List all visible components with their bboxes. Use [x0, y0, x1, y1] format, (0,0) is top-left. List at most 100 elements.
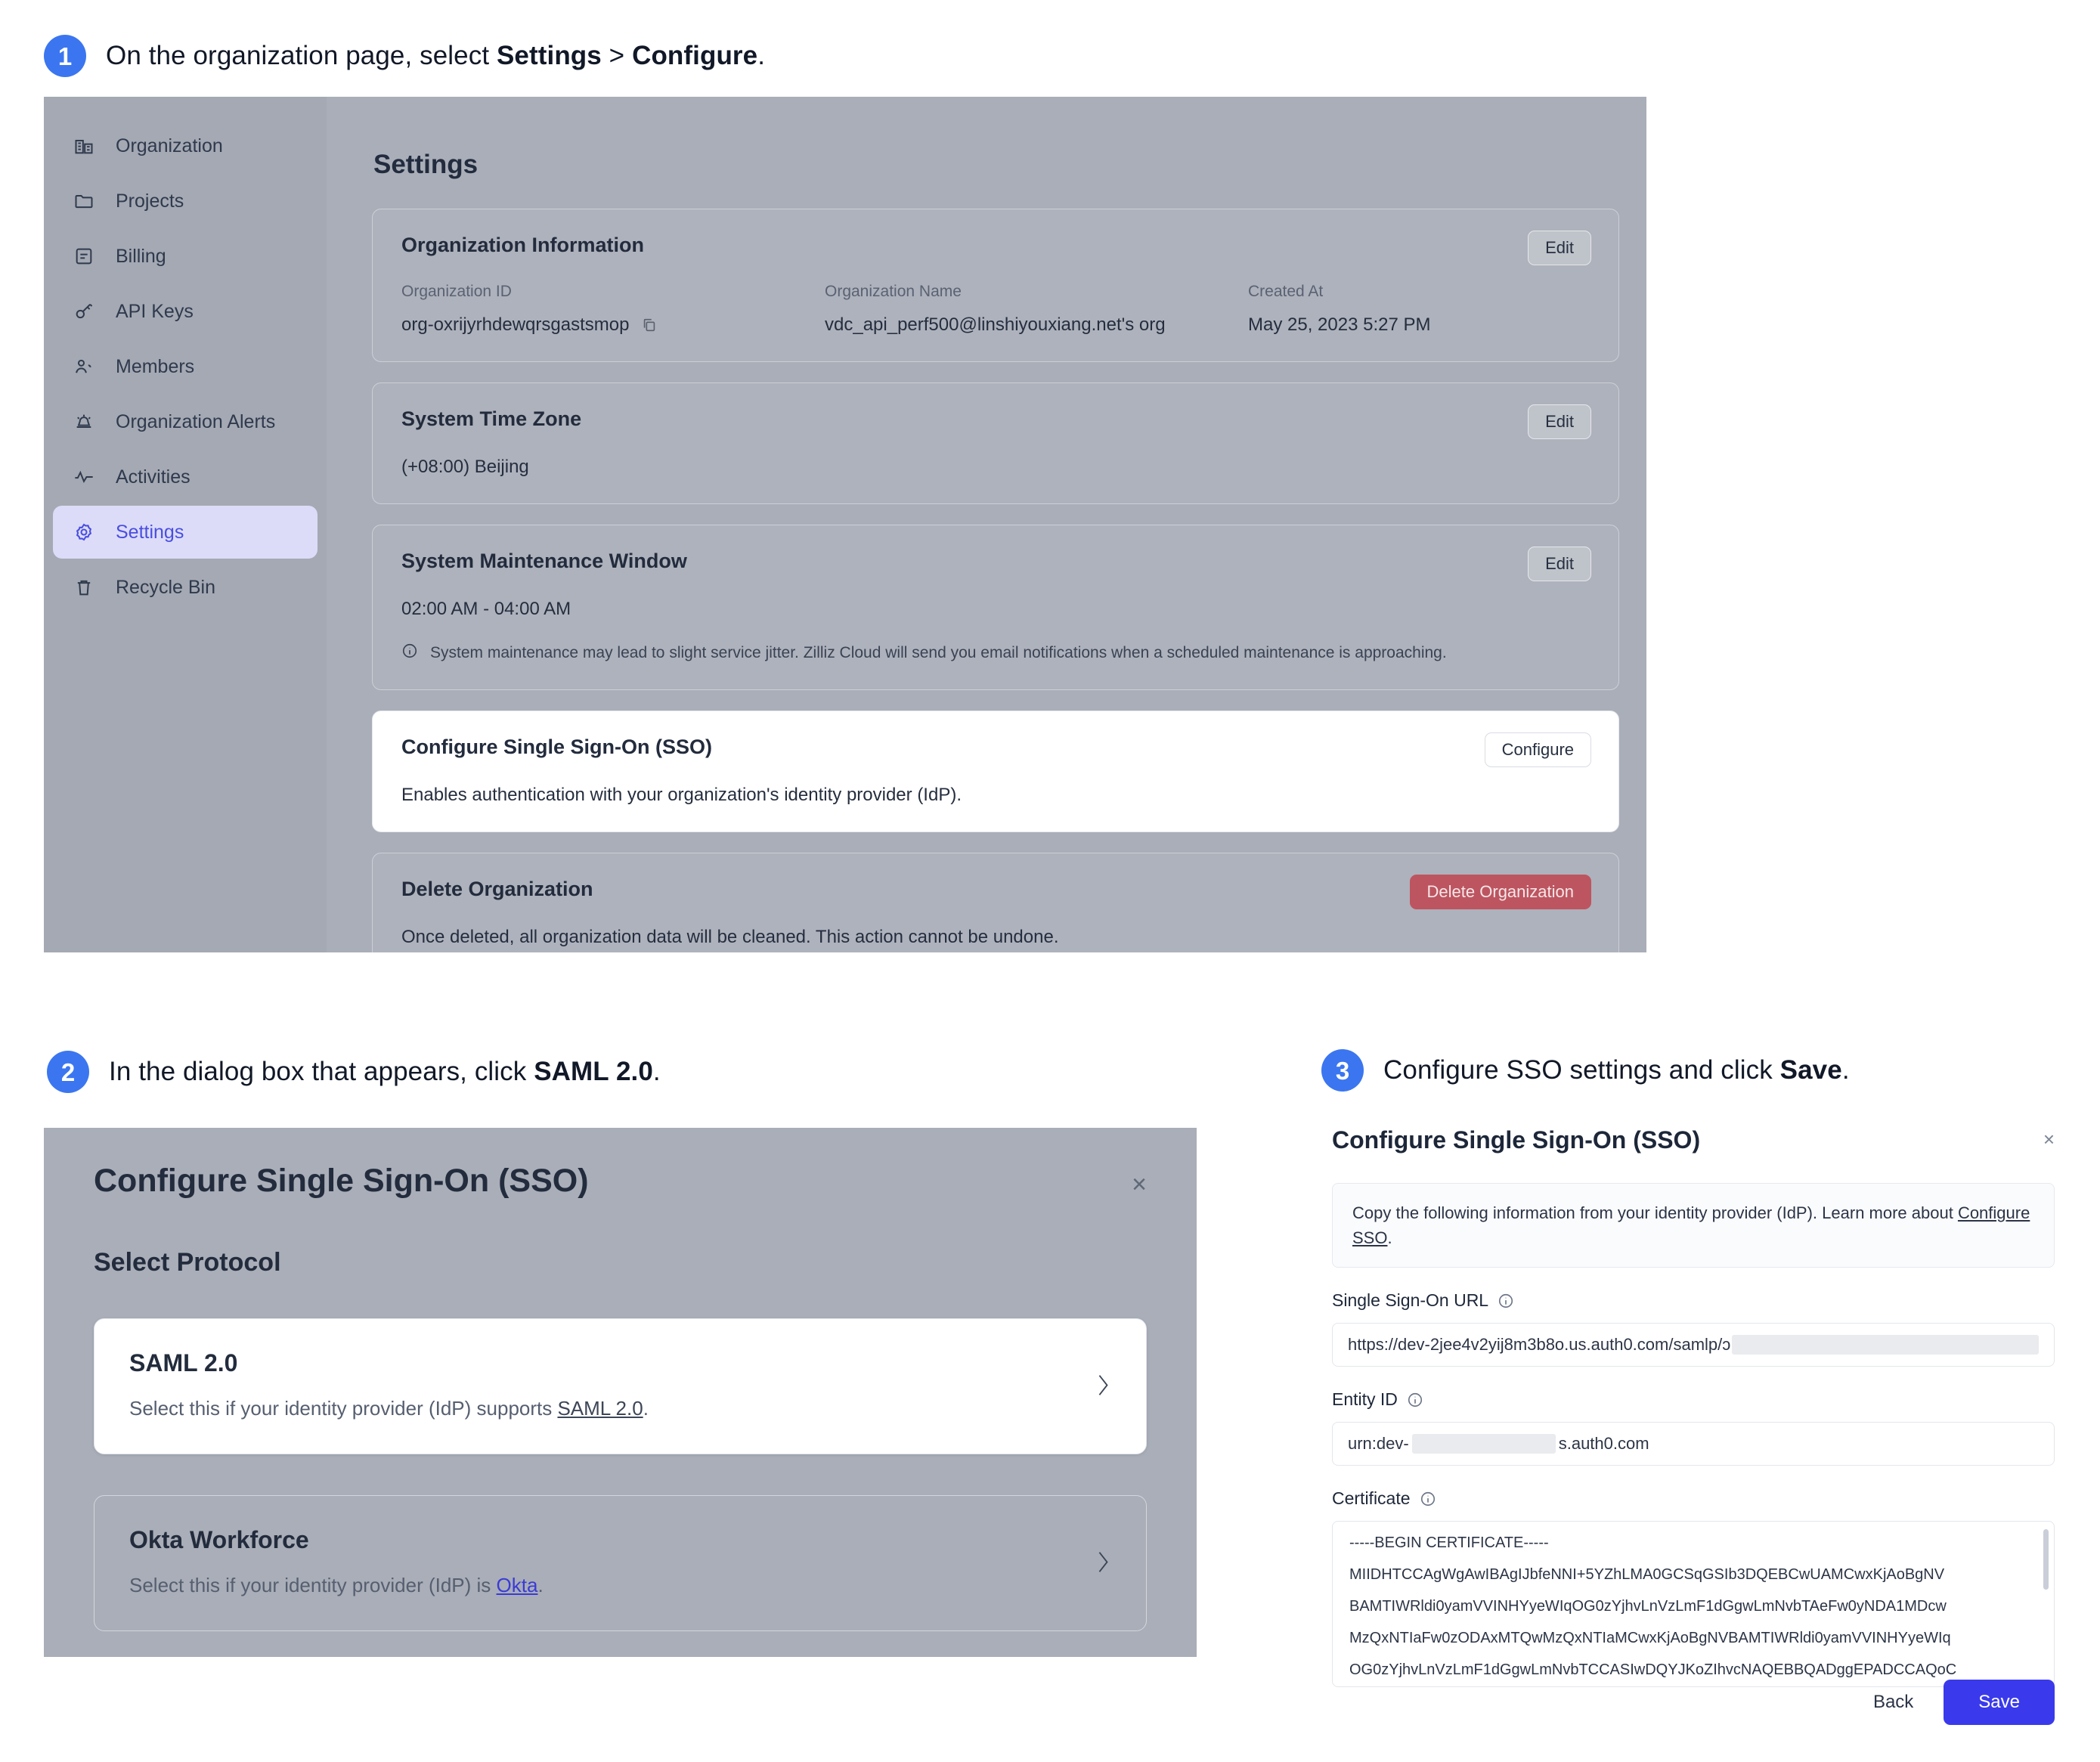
settings-main: Settings Organization Information Edit O…: [327, 97, 1646, 952]
edit-system-time-zone-button[interactable]: Edit: [1528, 404, 1591, 439]
sidebar-item-projects[interactable]: Projects: [53, 175, 317, 228]
select-protocol-label: Select Protocol: [94, 1248, 281, 1277]
step-1-text-post: .: [757, 41, 766, 70]
key-icon: [73, 300, 95, 323]
saml-doc-link[interactable]: SAML 2.0: [557, 1397, 643, 1420]
sidebar-item-api-keys[interactable]: API Keys: [53, 285, 317, 338]
field-label: Created At: [1248, 283, 1324, 300]
entity-id-value-post: s.auth0.com: [1558, 1434, 1649, 1453]
certificate-line: MIIDHTCCAgWgAwIBAgIJbfeNNI+5YZhLMA0GCSqG…: [1349, 1566, 1945, 1583]
step-1-heading: 1 On the organization page, select Setti…: [44, 35, 765, 77]
protocol-desc-post: .: [643, 1397, 649, 1420]
protocol-option-saml[interactable]: SAML 2.0 Select this if your identity pr…: [94, 1318, 1147, 1454]
delete-organization-button[interactable]: Delete Organization: [1409, 875, 1591, 909]
info-icon[interactable]: [1407, 1392, 1423, 1408]
field-value: May 25, 2023 5:27 PM: [1248, 314, 1431, 335]
activity-icon: [73, 466, 95, 488]
close-icon[interactable]: ×: [2043, 1128, 2055, 1151]
notice-text-pre: Copy the following information from your…: [1352, 1203, 1958, 1222]
certificate-line: OG0zYjhvLnVzLmF1dGgwLmNvbTCCASIwDQYJKoZI…: [1349, 1661, 1957, 1678]
system-time-zone-card: System Time Zone Edit (+08:00) Beijing: [372, 382, 1619, 504]
entity-id-value-pre: urn:dev-: [1348, 1434, 1409, 1453]
certificate-textarea[interactable]: -----BEGIN CERTIFICATE----- MIIDHTCCAgWg…: [1332, 1521, 2055, 1687]
okta-doc-link[interactable]: Okta: [497, 1574, 538, 1596]
copy-info-notice: Copy the following information from your…: [1332, 1183, 2055, 1268]
step-3-badge: 3: [1321, 1049, 1364, 1092]
protocol-name: SAML 2.0: [129, 1349, 238, 1376]
edit-maintenance-window-button[interactable]: Edit: [1528, 547, 1591, 581]
chevron-right-icon: [1095, 1550, 1111, 1577]
dialog-footer: Back Save: [1869, 1680, 2055, 1725]
sidebar-item-recycle-bin[interactable]: Recycle Bin: [53, 561, 317, 614]
sidebar-item-activities[interactable]: Activities: [53, 451, 317, 503]
sidebar-item-label: API Keys: [116, 300, 194, 322]
redacted-block: [1732, 1335, 2039, 1355]
sidebar: Organization Projects Billing API Keys M…: [44, 97, 327, 952]
step-1-bold-configure: Configure: [632, 41, 758, 70]
protocol-desc-post: .: [537, 1574, 544, 1596]
step-3-text-pre: Configure SSO settings and click: [1383, 1055, 1780, 1085]
scrollbar-thumb[interactable]: [2043, 1529, 2049, 1590]
protocol-name: Okta Workforce: [129, 1526, 309, 1553]
dialog-title: Configure Single Sign-On (SSO): [94, 1163, 589, 1199]
field-organization-name: Organization Name vdc_api_perf500@linshi…: [825, 283, 1248, 336]
step-2-heading: 2 In the dialog box that appears, click …: [47, 1051, 661, 1093]
sidebar-item-organization[interactable]: Organization: [53, 119, 317, 172]
sidebar-item-label: Organization Alerts: [116, 410, 276, 432]
field-label: Organization Name: [825, 283, 962, 300]
receipt-icon: [73, 245, 95, 268]
step-1-text-mid: >: [601, 41, 633, 70]
info-icon: [401, 643, 418, 664]
close-icon[interactable]: ×: [1132, 1172, 1147, 1197]
field-label-row: Entity ID: [1332, 1389, 2055, 1410]
sidebar-item-label: Recycle Bin: [116, 576, 215, 598]
copy-icon[interactable]: [641, 317, 658, 333]
sidebar-item-label: Billing: [116, 245, 166, 267]
single-sign-on-url-input[interactable]: https://dev-2jee4v2yij8m3b8o.us.auth0.co…: [1332, 1323, 2055, 1367]
step-3-bold-save: Save: [1779, 1055, 1842, 1085]
sidebar-item-organization-alerts[interactable]: Organization Alerts: [53, 395, 317, 448]
field-created-at: Created At May 25, 2023 5:27 PM: [1248, 283, 1646, 336]
edit-organization-information-button[interactable]: Edit: [1528, 231, 1591, 265]
protocol-option-okta[interactable]: Okta Workforce Select this if your ident…: [94, 1495, 1147, 1631]
sidebar-item-label: Activities: [116, 466, 190, 488]
info-icon[interactable]: [1420, 1491, 1436, 1507]
delete-organization-card: Delete Organization Delete Organization …: [372, 853, 1619, 952]
step-3-heading: 3 Configure SSO settings and click Save.: [1321, 1049, 1850, 1092]
page-title: Settings: [373, 150, 479, 179]
building-icon: [73, 135, 95, 157]
card-title: Configure Single Sign-On (SSO): [401, 735, 712, 758]
configure-sso-card: Configure Single Sign-On (SSO) Configure…: [372, 711, 1619, 832]
card-title: Organization Information: [401, 234, 644, 256]
entity-id-input[interactable]: urn:dev- s.auth0.com: [1332, 1422, 2055, 1466]
step-2-text-post: .: [652, 1057, 661, 1086]
folder-icon: [73, 190, 95, 212]
redacted-block: [1411, 1434, 1556, 1454]
maintenance-window-value: 02:00 AM - 04:00 AM: [401, 599, 571, 619]
info-icon[interactable]: [1498, 1293, 1514, 1309]
sidebar-item-settings[interactable]: Settings: [53, 506, 317, 559]
back-button[interactable]: Back: [1869, 1683, 1918, 1722]
step-2-bold-saml: SAML 2.0: [534, 1057, 653, 1086]
organization-information-card: Organization Information Edit Organizati…: [372, 209, 1619, 362]
certificate-line: MzQxNTIaFw0zODAxMTQwMzQxNTIaMCwxKjAoBgNV…: [1349, 1630, 1951, 1646]
sidebar-item-billing[interactable]: Billing: [53, 230, 317, 283]
sidebar-item-label: Members: [116, 355, 195, 377]
step-2-badge: 2: [47, 1051, 89, 1093]
field-label: Organization ID: [401, 283, 512, 300]
org-info-fields: Organization ID org-oxrijyrhdewqrsgastsm…: [401, 283, 1590, 336]
gear-icon: [73, 521, 95, 543]
step-1-text-pre: On the organization page, select: [106, 41, 497, 70]
field-value: org-oxrijyrhdewqrsgastsmop: [401, 314, 825, 336]
save-button[interactable]: Save: [1944, 1680, 2055, 1725]
trash-icon: [73, 576, 95, 599]
field-entity-id: Entity ID urn:dev- s.auth0.com: [1332, 1389, 2055, 1466]
step-2-text: In the dialog box that appears, click SA…: [109, 1057, 661, 1087]
users-icon: [73, 355, 95, 378]
select-protocol-dialog-screenshot: Configure Single Sign-On (SSO) × Select …: [44, 1128, 1197, 1657]
step-3-text: Configure SSO settings and click Save.: [1383, 1055, 1850, 1085]
sidebar-item-members[interactable]: Members: [53, 340, 317, 393]
protocol-desc-pre: Select this if your identity provider (I…: [129, 1574, 497, 1596]
field-label-row: Single Sign-On URL: [1332, 1290, 2055, 1311]
configure-sso-button[interactable]: Configure: [1484, 732, 1591, 767]
